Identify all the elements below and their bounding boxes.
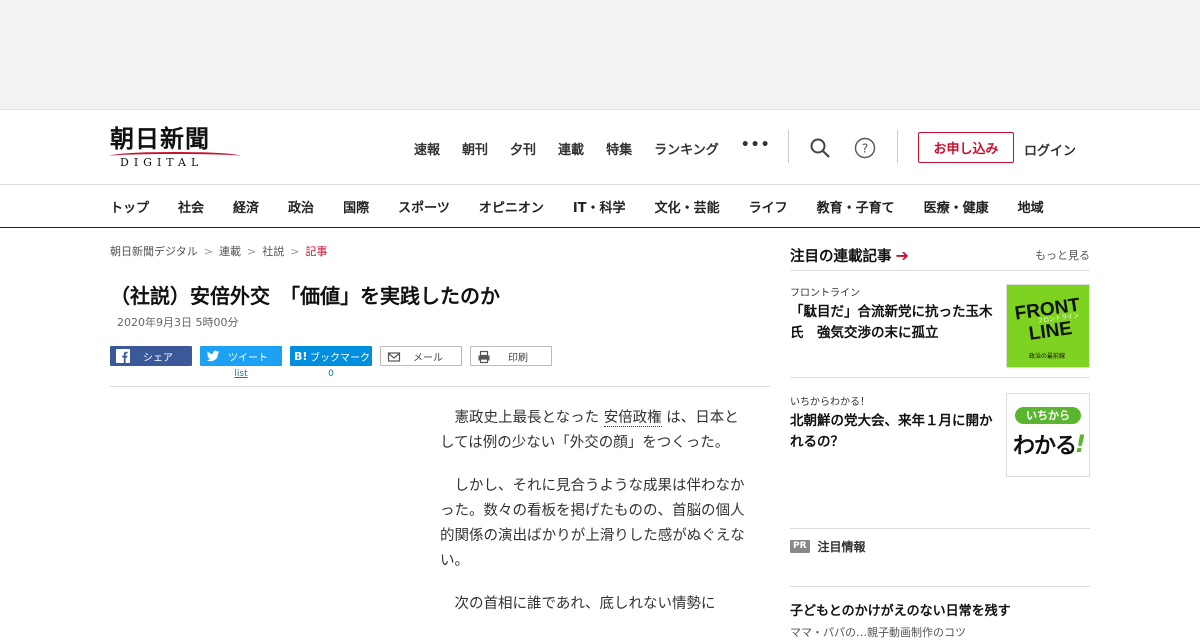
twitter-bird-icon	[206, 350, 220, 362]
frontline-thumbnail[interactable]: FRONT LINE フロントライン 政治の最前線	[1006, 284, 1090, 368]
category-opinion[interactable]: オピニオン	[479, 197, 544, 216]
breadcrumb-home[interactable]: 朝日新聞デジタル	[110, 245, 198, 258]
nav-item-tokushu[interactable]: 特集	[606, 139, 632, 158]
mail-icon	[387, 352, 401, 362]
arrow-right-icon: ➔	[895, 246, 909, 265]
category-culture[interactable]: 文化・芸能	[655, 197, 720, 216]
featured-series-title[interactable]: 注目の連載記事	[790, 249, 892, 265]
nav-item-rensai[interactable]: 連載	[558, 139, 584, 158]
help-icon[interactable]: ?	[854, 137, 876, 159]
breadcrumb-shasetsu[interactable]: 社説	[262, 245, 284, 258]
article-paragraph: 憲政史上最長となった 安倍政権 は、日本としては例の少ない「外交の顔」をつくった…	[440, 410, 739, 451]
share-bar: シェア ツイート list B! ブックマーク 0 メール 印刷	[110, 346, 560, 379]
facebook-share-button[interactable]: シェア	[110, 346, 192, 366]
breadcrumb: 朝日新聞デジタル > 連載 > 社説 > 記事	[110, 245, 328, 258]
twitter-share-button[interactable]: ツイート list	[200, 346, 282, 379]
breadcrumb-rensai[interactable]: 連載	[219, 245, 241, 258]
logo-sub-text: DIGITAL	[120, 156, 204, 169]
pr-label: 注目情報	[817, 540, 866, 554]
site-header: 朝日新聞 DIGITAL 速報 朝刊 夕刊 連載 特集 ランキング ••• ? …	[0, 111, 1200, 185]
category-international[interactable]: 国際	[343, 197, 369, 216]
pr-badge: PR	[790, 540, 810, 553]
category-economy[interactable]: 経済	[233, 197, 259, 216]
tweet-count-link[interactable]: list	[200, 369, 282, 379]
facebook-icon	[116, 349, 130, 363]
more-menu-icon[interactable]: •••	[741, 137, 771, 158]
hatena-b-icon: B!	[294, 349, 308, 363]
card-divider	[790, 377, 1090, 378]
hatena-count: 0	[328, 369, 334, 379]
pr-article-sub[interactable]: ママ・パパの…親子動画制作のコツ	[790, 624, 966, 640]
article-title: （社説）安倍外交 「価値」を実践したのか	[110, 284, 500, 308]
nav-item-choukan[interactable]: 朝刊	[462, 139, 488, 158]
category-top[interactable]: トップ	[110, 197, 149, 216]
category-society[interactable]: 社会	[178, 197, 204, 216]
category-region[interactable]: 地域	[1018, 197, 1044, 216]
logo-main-text: 朝日新聞	[110, 124, 210, 153]
ichikara-wakaru-thumbnail[interactable]: いちから わかる !	[1006, 393, 1090, 477]
print-icon	[478, 350, 490, 364]
article-paragraph: 次の首相に誰であれ、底しれない情勢に	[454, 596, 716, 612]
category-nav: トップ 社会 経済 政治 国際 スポーツ オピニオン IT・科学 文化・芸能 ラ…	[0, 184, 1200, 228]
series-title[interactable]: 北朝鮮の党大会、来年１月に開かれるの？	[790, 411, 1002, 453]
pr-article-title[interactable]: 子どもとのかけがえのない日常を残す	[790, 600, 1011, 619]
category-health[interactable]: 医療・健康	[924, 197, 989, 216]
asahi-digital-logo[interactable]: 朝日新聞 DIGITAL	[110, 125, 242, 171]
nav-item-ranking[interactable]: ランキング	[654, 139, 719, 158]
pr-section-header: PR 注目情報	[790, 538, 866, 555]
article-paragraph: しかし、それに見合うような成果は伴わなかった。数々の看板を掲げたものの、首脳の個…	[440, 478, 745, 569]
series-card[interactable]: いちからわかる！ 北朝鮮の党大会、来年１月に開かれるの？ いちから わかる !	[790, 393, 1090, 477]
login-link[interactable]: ログイン	[1024, 140, 1076, 159]
header-divider	[788, 130, 789, 163]
hatena-bookmark-button[interactable]: B! ブックマーク 0	[290, 346, 372, 379]
header-divider	[897, 130, 898, 163]
category-sports[interactable]: スポーツ	[398, 197, 450, 216]
article-body: 憲政史上最長となった 安倍政権 は、日本としては例の少ない「外交の顔」をつくった…	[440, 406, 745, 635]
search-icon[interactable]	[809, 137, 831, 159]
article-date: 2020年9月3日 5時00分	[117, 316, 239, 329]
global-nav: 速報 朝刊 夕刊 連載 特集 ランキング •••	[414, 137, 793, 158]
apply-button[interactable]: お申し込み	[918, 132, 1014, 163]
svg-text:?: ?	[862, 142, 868, 156]
see-more-link[interactable]: もっと見る	[1035, 247, 1090, 263]
category-life[interactable]: ライフ	[749, 197, 788, 216]
category-it-science[interactable]: IT・科学	[573, 197, 626, 216]
series-title[interactable]: 「駄目だ」合流新党に抗った玉木氏 強気交渉の末に孤立	[790, 302, 1002, 344]
featured-series-header: 注目の連載記事 ➔ もっと見る	[790, 245, 1090, 271]
card-divider	[790, 586, 1090, 587]
top-ad-banner	[0, 0, 1200, 110]
category-education[interactable]: 教育・子育て	[817, 197, 895, 216]
series-card[interactable]: フロントライン 「駄目だ」合流新党に抗った玉木氏 強気交渉の末に孤立 FRONT…	[790, 284, 1090, 368]
category-politics[interactable]: 政治	[288, 197, 314, 216]
share-divider	[110, 386, 770, 387]
nav-item-sokuho[interactable]: 速報	[414, 139, 440, 158]
nav-item-yukan[interactable]: 夕刊	[510, 139, 536, 158]
card-divider	[790, 528, 1090, 529]
abe-administration-link[interactable]: 安倍政権	[603, 410, 662, 427]
print-button[interactable]: 印刷	[470, 346, 552, 366]
mail-button[interactable]: メール	[380, 346, 462, 366]
breadcrumb-current: 記事	[305, 245, 328, 258]
